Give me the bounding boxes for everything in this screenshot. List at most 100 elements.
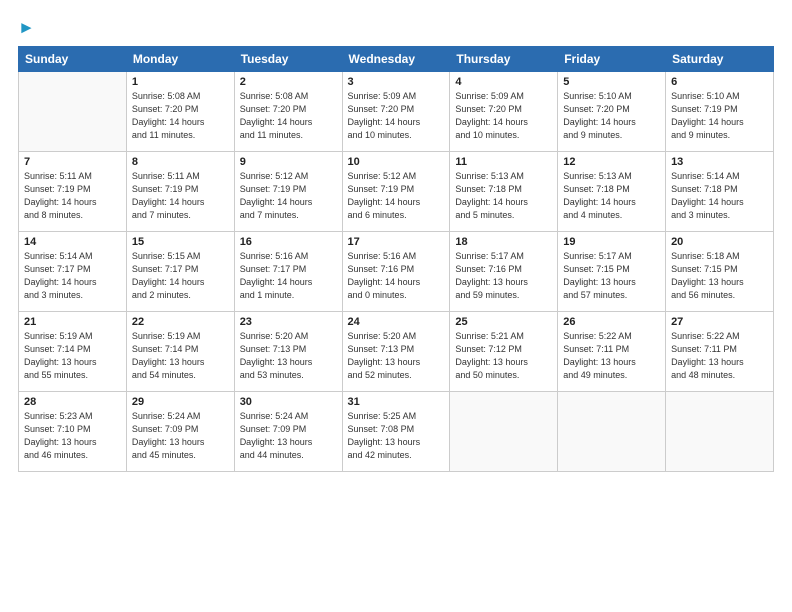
day-number: 12 [563,156,660,168]
day-info: Sunrise: 5:11 AM Sunset: 7:19 PM Dayligh… [24,170,121,222]
day-cell: 7 Sunrise: 5:11 AM Sunset: 7:19 PM Daylig… [19,151,127,231]
day-info: Sunrise: 5:09 AM Sunset: 7:20 PM Dayligh… [348,90,445,142]
day-cell: 10 Sunrise: 5:12 AM Sunset: 7:19 PM Dayli… [342,151,450,231]
day-info: Sunrise: 5:22 AM Sunset: 7:11 PM Dayligh… [563,330,660,382]
day-info: Sunrise: 5:18 AM Sunset: 7:15 PM Dayligh… [671,250,768,302]
day-info: Sunrise: 5:14 AM Sunset: 7:18 PM Dayligh… [671,170,768,222]
day-cell: 9Sunrise: 5:12 AM Sunset: 7:19 PM Daylig… [234,151,342,231]
day-number: 7 [24,156,121,168]
day-info: Sunrise: 5:20 AM Sunset: 7:13 PM Dayligh… [348,330,445,382]
logo: ► [18,18,35,38]
day-info: Sunrise: 5:16 AM Sunset: 7:17 PM Dayligh… [240,250,337,302]
day-info: Sunrise: 5:10 AM Sunset: 7:20 PM Dayligh… [563,90,660,142]
day-cell: 18Sunrise: 5:17 AM Sunset: 7:16 PM Dayli… [450,231,558,311]
day-info: Sunrise: 5:17 AM Sunset: 7:15 PM Dayligh… [563,250,660,302]
day-cell: 31 Sunrise: 5:25 AM Sunset: 7:08 PM Dayli… [342,391,450,471]
day-number: 1 [132,76,229,88]
day-number: 20 [671,236,768,248]
day-number: 15 [132,236,229,248]
day-number: 3 [348,76,445,88]
day-number: 16 [240,236,337,248]
day-number: 21 [24,316,121,328]
day-cell: 3 Sunrise: 5:09 AM Sunset: 7:20 PM Daylig… [342,71,450,151]
day-cell: 2Sunrise: 5:08 AM Sunset: 7:20 PM Daylig… [234,71,342,151]
day-number: 6 [671,76,768,88]
day-number: 26 [563,316,660,328]
day-cell: 22 Sunrise: 5:19 AM Sunset: 7:14 PM Dayli… [126,311,234,391]
col-header-saturday: Saturday [666,46,774,71]
day-info: Sunrise: 5:09 AM Sunset: 7:20 PM Dayligh… [455,90,552,142]
day-number: 30 [240,396,337,408]
week-row-3: 14 Sunrise: 5:14 AM Sunset: 7:17 PM Dayli… [19,231,774,311]
day-cell [558,391,666,471]
day-info: Sunrise: 5:15 AM Sunset: 7:17 PM Dayligh… [132,250,229,302]
day-info: Sunrise: 5:22 AM Sunset: 7:11 PM Dayligh… [671,330,768,382]
col-header-sunday: Sunday [19,46,127,71]
day-number: 22 [132,316,229,328]
col-header-friday: Friday [558,46,666,71]
day-cell: 19 Sunrise: 5:17 AM Sunset: 7:15 PM Dayli… [558,231,666,311]
week-row-1: 1 Sunrise: 5:08 AM Sunset: 7:20 PM Daylig… [19,71,774,151]
day-cell: 20 Sunrise: 5:18 AM Sunset: 7:15 PM Dayli… [666,231,774,311]
day-cell: 16 Sunrise: 5:16 AM Sunset: 7:17 PM Dayli… [234,231,342,311]
week-row-5: 28Sunrise: 5:23 AM Sunset: 7:10 PM Dayli… [19,391,774,471]
day-number: 8 [132,156,229,168]
day-cell [450,391,558,471]
day-number: 17 [348,236,445,248]
day-cell: 24 Sunrise: 5:20 AM Sunset: 7:13 PM Dayli… [342,311,450,391]
day-info: Sunrise: 5:19 AM Sunset: 7:14 PM Dayligh… [24,330,121,382]
day-cell: 14 Sunrise: 5:14 AM Sunset: 7:17 PM Dayli… [19,231,127,311]
day-number: 19 [563,236,660,248]
col-header-wednesday: Wednesday [342,46,450,71]
col-header-monday: Monday [126,46,234,71]
week-row-2: 7 Sunrise: 5:11 AM Sunset: 7:19 PM Daylig… [19,151,774,231]
day-number: 2 [240,76,337,88]
day-number: 18 [455,236,552,248]
day-info: Sunrise: 5:10 AM Sunset: 7:19 PM Dayligh… [671,90,768,142]
day-cell: 6 Sunrise: 5:10 AM Sunset: 7:19 PM Daylig… [666,71,774,151]
day-number: 10 [348,156,445,168]
day-number: 27 [671,316,768,328]
day-number: 13 [671,156,768,168]
col-header-tuesday: Tuesday [234,46,342,71]
day-cell: 25 Sunrise: 5:21 AM Sunset: 7:12 PM Dayli… [450,311,558,391]
day-number: 29 [132,396,229,408]
day-info: Sunrise: 5:14 AM Sunset: 7:17 PM Dayligh… [24,250,121,302]
day-number: 31 [348,396,445,408]
day-cell: 1 Sunrise: 5:08 AM Sunset: 7:20 PM Daylig… [126,71,234,151]
day-info: Sunrise: 5:20 AM Sunset: 7:13 PM Dayligh… [240,330,337,382]
day-cell: 30 Sunrise: 5:24 AM Sunset: 7:09 PM Dayli… [234,391,342,471]
day-info: Sunrise: 5:08 AM Sunset: 7:20 PM Dayligh… [132,90,229,142]
day-cell [19,71,127,151]
day-cell: 12 Sunrise: 5:13 AM Sunset: 7:18 PM Dayli… [558,151,666,231]
day-info: Sunrise: 5:11 AM Sunset: 7:19 PM Dayligh… [132,170,229,222]
logo-text: ► [18,18,35,38]
day-cell: 15 Sunrise: 5:15 AM Sunset: 7:17 PM Dayli… [126,231,234,311]
day-number: 24 [348,316,445,328]
col-header-thursday: Thursday [450,46,558,71]
day-info: Sunrise: 5:21 AM Sunset: 7:12 PM Dayligh… [455,330,552,382]
day-cell: 23 Sunrise: 5:20 AM Sunset: 7:13 PM Dayli… [234,311,342,391]
day-cell: 17Sunrise: 5:16 AM Sunset: 7:16 PM Dayli… [342,231,450,311]
day-number: 25 [455,316,552,328]
day-number: 5 [563,76,660,88]
day-info: Sunrise: 5:24 AM Sunset: 7:09 PM Dayligh… [240,410,337,462]
day-number: 23 [240,316,337,328]
day-number: 11 [455,156,552,168]
day-cell: 8 Sunrise: 5:11 AM Sunset: 7:19 PM Daylig… [126,151,234,231]
day-info: Sunrise: 5:24 AM Sunset: 7:09 PM Dayligh… [132,410,229,462]
day-info: Sunrise: 5:19 AM Sunset: 7:14 PM Dayligh… [132,330,229,382]
day-cell: 26 Sunrise: 5:22 AM Sunset: 7:11 PM Dayli… [558,311,666,391]
day-cell: 28Sunrise: 5:23 AM Sunset: 7:10 PM Dayli… [19,391,127,471]
day-info: Sunrise: 5:13 AM Sunset: 7:18 PM Dayligh… [455,170,552,222]
day-cell [666,391,774,471]
day-number: 9 [240,156,337,168]
day-number: 14 [24,236,121,248]
day-info: Sunrise: 5:25 AM Sunset: 7:08 PM Dayligh… [348,410,445,462]
day-info: Sunrise: 5:13 AM Sunset: 7:18 PM Dayligh… [563,170,660,222]
day-cell: 11 Sunrise: 5:13 AM Sunset: 7:18 PM Dayli… [450,151,558,231]
day-info: Sunrise: 5:23 AM Sunset: 7:10 PM Dayligh… [24,410,121,462]
week-row-4: 21 Sunrise: 5:19 AM Sunset: 7:14 PM Dayli… [19,311,774,391]
day-info: Sunrise: 5:12 AM Sunset: 7:19 PM Dayligh… [348,170,445,222]
header: ► [18,18,774,38]
